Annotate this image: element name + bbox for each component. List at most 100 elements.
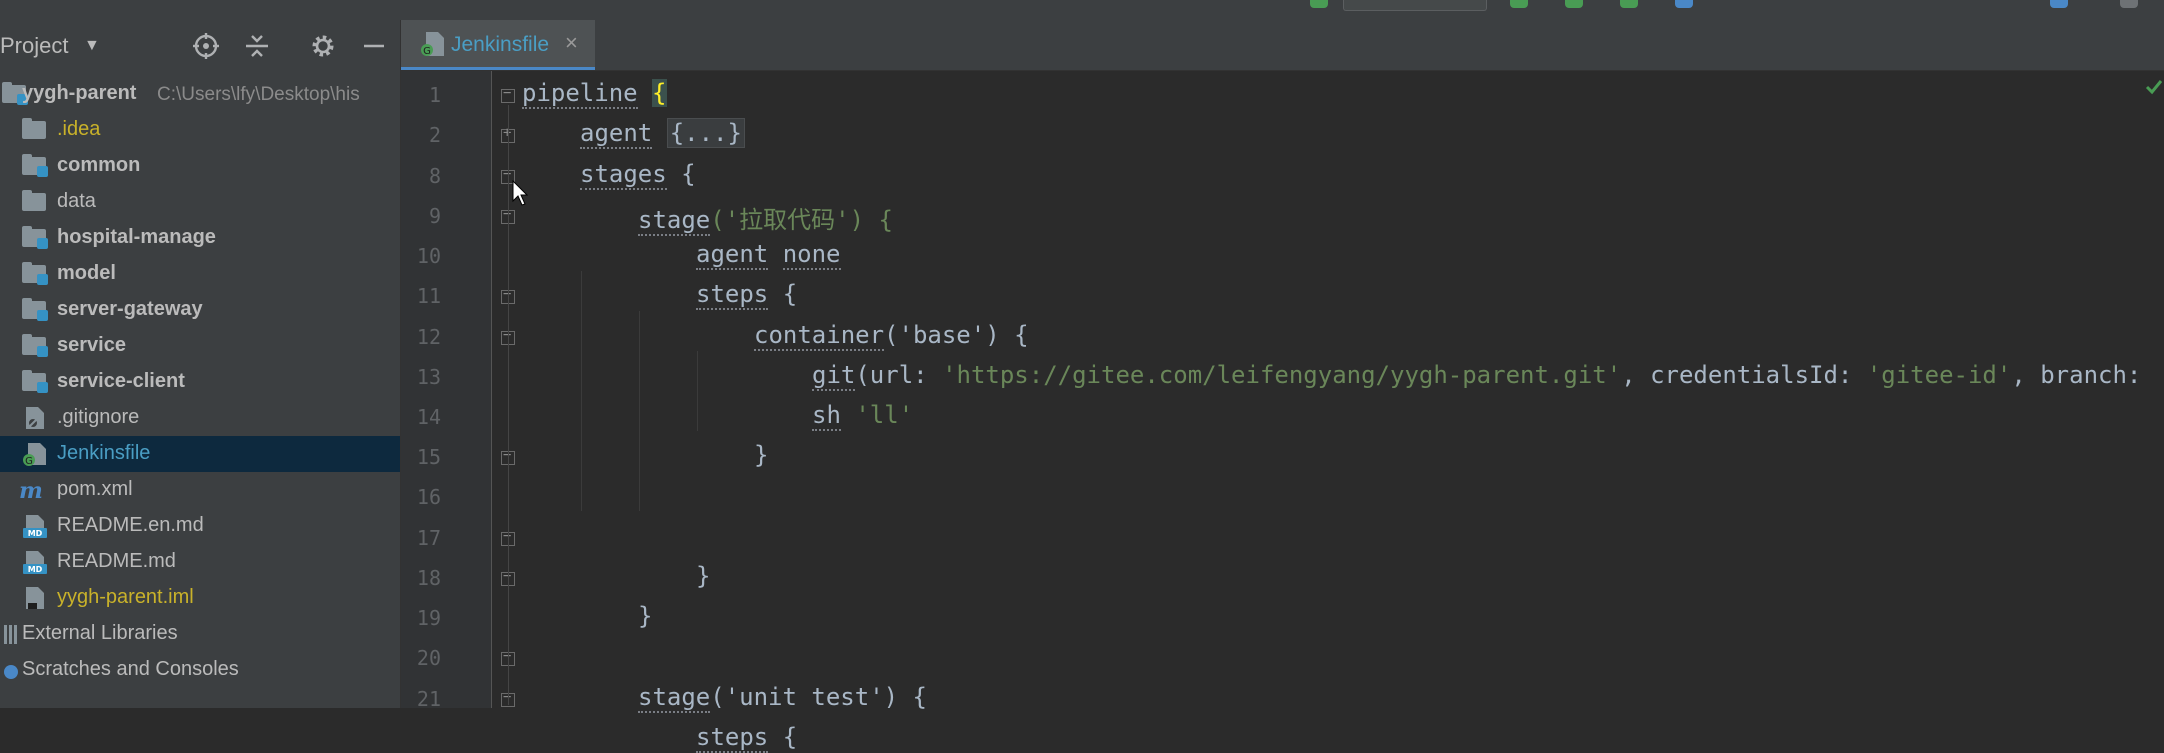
line-number: 2: [428, 123, 441, 147]
tab-jenkinsfile[interactable]: G Jenkinsfile ×: [401, 20, 595, 70]
root-module-path: C:\Users\lfy\Desktop\his: [157, 84, 360, 105]
mouse-cursor-icon: [512, 180, 528, 206]
code-line: }: [696, 562, 711, 590]
jenkins-file-icon: G: [421, 32, 444, 57]
tree-item-readme-en[interactable]: MD README.en.md: [0, 508, 400, 544]
code-editor[interactable]: 1 2 8 9 10 11 12 13 14 15 16 17 18 19 20…: [401, 71, 2164, 753]
line-number: 18: [416, 566, 441, 590]
gutter-divider: [491, 71, 492, 708]
tree-item-jenkinsfile[interactable]: G Jenkinsfile: [0, 436, 400, 472]
line-number: 15: [416, 445, 441, 469]
code-line: agent none: [696, 240, 841, 270]
line-number: 9: [428, 204, 441, 228]
profile-icon[interactable]: [1675, 0, 1693, 8]
tree-item-label: pom.xml: [57, 478, 133, 500]
run-configuration-combo[interactable]: [1343, 0, 1487, 11]
close-icon[interactable]: ×: [565, 30, 578, 56]
code-line: stage('unit test') {: [638, 683, 927, 713]
svg-text:G: G: [423, 46, 431, 57]
tree-item-readme[interactable]: MD README.md: [0, 544, 400, 580]
module-folder-icon: [22, 262, 48, 286]
folded-region[interactable]: {...}: [666, 118, 745, 148]
coverage-icon[interactable]: [1620, 0, 1638, 8]
line-number: 14: [416, 405, 441, 429]
project-header: Project ▼: [0, 20, 400, 70]
line-number: 8: [428, 164, 441, 188]
tree-item-label: README.en.md: [57, 514, 204, 536]
tree-item-iml[interactable]: yygh-parent.iml: [0, 580, 400, 616]
tree-item-gitignore[interactable]: .gitignore: [0, 400, 400, 436]
gear-icon[interactable]: [307, 30, 339, 62]
editor-tab-bar: G Jenkinsfile ×: [401, 20, 2164, 71]
tree-item-server-gateway[interactable]: server-gateway: [0, 292, 400, 328]
line-number: 21: [416, 687, 441, 711]
fold-marker[interactable]: [501, 85, 515, 103]
indent-guide: [639, 311, 640, 511]
project-view-selector[interactable]: Project: [0, 33, 68, 59]
tree-item-service-client[interactable]: service-client: [0, 364, 400, 400]
folder-icon: [22, 190, 48, 214]
code-line: steps {: [696, 280, 798, 310]
code-line: }: [638, 602, 653, 630]
tree-root-yygh-parent[interactable]: yygh-parent C:\Users\lfy\Desktop\his: [0, 76, 400, 112]
folder-icon: [22, 118, 48, 142]
tree-item-label: common: [57, 154, 141, 176]
locate-file-icon[interactable]: [190, 30, 222, 62]
search-everywhere-icon[interactable]: [2120, 0, 2138, 8]
tree-item-label: hospital-manage: [57, 226, 216, 248]
indent-guide: [508, 105, 509, 705]
tree-item-label: yygh-parent.iml: [57, 586, 194, 608]
line-number-gutter: 1 2 8 9 10 11 12 13 14 15 16 17 18 19 20…: [401, 71, 491, 711]
run-icon[interactable]: [1510, 0, 1528, 8]
tree-item-label: External Libraries: [22, 622, 178, 644]
debug-icon[interactable]: [1565, 0, 1583, 8]
tree-item-label: Scratches and Consoles: [22, 658, 239, 680]
svg-text:MD: MD: [28, 529, 43, 538]
tree-item-pom-xml[interactable]: m pom.xml: [0, 472, 400, 508]
structure-icon[interactable]: [2050, 0, 2068, 8]
hide-panel-icon[interactable]: [358, 30, 390, 62]
module-folder-icon: [22, 370, 48, 394]
code-line: agent {...}: [580, 118, 745, 149]
line-number: 12: [416, 325, 441, 349]
tree-item-label: model: [57, 262, 116, 284]
markdown-file-icon: MD: [23, 515, 47, 538]
line-number: 20: [416, 646, 441, 670]
line-number: 1: [428, 83, 441, 107]
iml-file-icon: [26, 587, 44, 609]
line-number: 13: [416, 365, 441, 389]
tree-item-data[interactable]: data: [0, 184, 400, 220]
line-number: 19: [416, 606, 441, 630]
inspection-ok-icon[interactable]: [2144, 77, 2164, 97]
gitignore-file-icon: [26, 407, 44, 429]
tree-item-scratches[interactable]: Scratches and Consoles: [0, 652, 400, 688]
tree-item-label: .idea: [57, 118, 101, 140]
tree-item-label: server-gateway: [57, 298, 203, 320]
project-tool-window: Project ▼ yygh-parent C:\Users\lfy\Deskt…: [0, 20, 401, 708]
collapse-all-icon[interactable]: [241, 30, 273, 62]
tree-item-label: service: [57, 334, 126, 356]
tree-item-label: service-client: [57, 370, 185, 392]
module-folder-icon: [22, 298, 48, 322]
build-icon[interactable]: [1310, 0, 1328, 8]
maven-file-icon: m: [19, 478, 43, 502]
tree-item-service[interactable]: service: [0, 328, 400, 364]
tree-item-label: .gitignore: [57, 406, 140, 428]
code-line: pipeline {: [522, 79, 667, 109]
module-folder-icon: [22, 154, 48, 178]
tree-item-hospital-manage[interactable]: hospital-manage: [0, 220, 400, 256]
tree-item-external-libraries[interactable]: External Libraries: [0, 616, 400, 652]
markdown-file-icon: MD: [23, 551, 47, 574]
tree-item-model[interactable]: model: [0, 256, 400, 292]
tree-item-idea[interactable]: .idea: [0, 112, 400, 148]
code-line: stages {: [580, 160, 696, 190]
svg-text:m: m: [19, 478, 43, 502]
tree-item-label: README.md: [57, 550, 176, 572]
line-number: 17: [416, 526, 441, 550]
chevron-down-icon[interactable]: ▼: [84, 37, 100, 55]
tree-item-label: data: [57, 190, 96, 212]
module-folder-icon: [22, 226, 48, 250]
tree-item-common[interactable]: common: [0, 148, 400, 184]
code-line: steps {: [696, 723, 798, 753]
jenkins-file-icon: G: [23, 443, 46, 466]
